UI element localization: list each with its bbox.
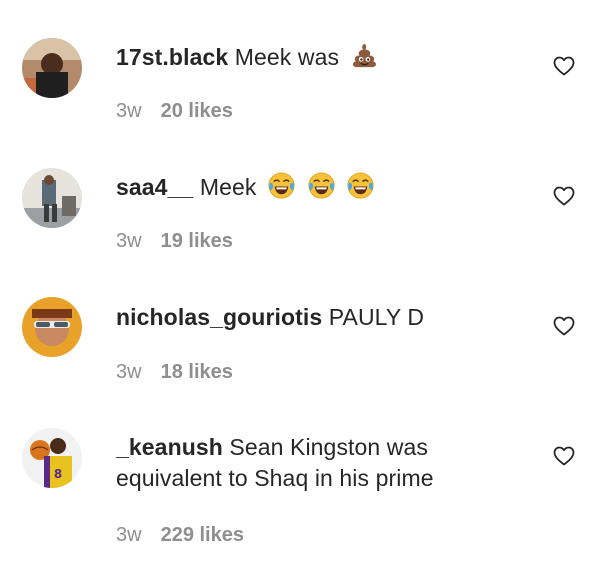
comment-username[interactable]: saa4__ [116, 174, 193, 200]
comment-likes[interactable]: 18 likes [161, 361, 233, 383]
comment-text: Meek [199, 174, 257, 200]
tears-of-joy-icon [268, 172, 295, 199]
avatar[interactable] [22, 297, 82, 357]
tears-of-joy-icon [307, 172, 335, 199]
heart-icon[interactable] [552, 54, 576, 78]
avatar[interactable]: 8 [22, 428, 82, 488]
comment-likes[interactable]: 19 likes [161, 230, 233, 252]
comment-time[interactable]: 3w [116, 100, 142, 122]
pile-of-poo-icon [352, 43, 376, 68]
tears-of-joy-icon [347, 172, 374, 199]
heart-icon[interactable] [552, 184, 576, 208]
comment-text: Meek was [234, 44, 340, 70]
heart-icon[interactable] [552, 314, 576, 338]
comment-username[interactable]: 17st.black [116, 44, 228, 70]
svg-text:8: 8 [54, 467, 62, 481]
comment-time[interactable]: 3w [116, 230, 142, 252]
comment-time[interactable]: 3w [116, 361, 142, 383]
comment-username[interactable]: nicholas_gouriotis [116, 304, 322, 330]
comment-text: PAULY D [328, 304, 425, 330]
heart-icon[interactable] [552, 444, 576, 468]
comment-username[interactable]: _keanush [116, 434, 223, 460]
avatar[interactable] [22, 168, 82, 228]
avatar[interactable] [22, 38, 82, 98]
comment-likes[interactable]: 20 likes [161, 100, 233, 122]
comment-time[interactable]: 3w [116, 524, 142, 546]
comment-likes[interactable]: 229 likes [161, 524, 244, 546]
